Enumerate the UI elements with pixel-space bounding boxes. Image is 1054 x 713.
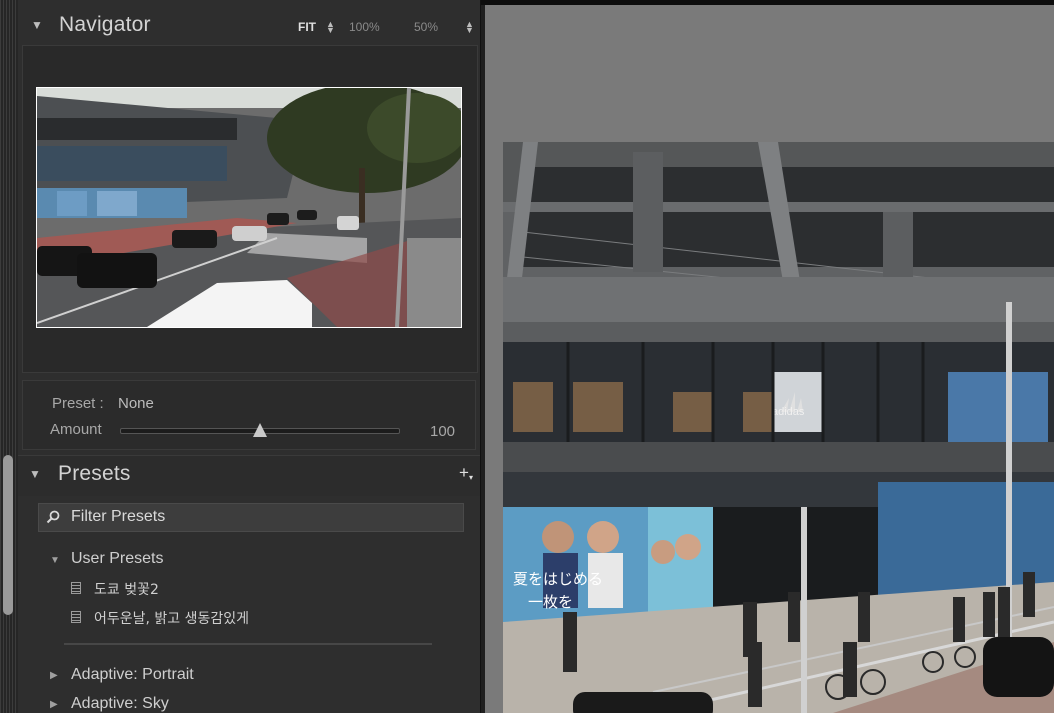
zoom-fit-stepper-icon[interactable]: ▲ ▼ xyxy=(326,20,335,35)
preset-item-tokyo-cherry[interactable]: 도쿄 벚꽃2 xyxy=(94,579,159,599)
filter-presets-placeholder: Filter Presets xyxy=(71,508,166,525)
navigator-collapse-icon[interactable]: ▼ xyxy=(31,18,43,32)
storefront-photo: adidas 夏をはじめる 一枚を xyxy=(503,142,1054,713)
street-scene-thumbnail xyxy=(37,88,461,327)
preset-file-icon xyxy=(71,582,81,594)
zoom-fit-option[interactable]: FIT xyxy=(298,20,316,34)
zoom-custom-stepper-icon[interactable]: ▲ ▼ xyxy=(465,20,474,35)
poster-text-line1: 夏をはじめる xyxy=(513,570,603,588)
zoom-50-option[interactable]: 50% xyxy=(414,20,438,34)
adidas-sign: adidas xyxy=(772,406,805,418)
add-preset-icon[interactable]: + xyxy=(459,463,469,483)
user-presets-expand-icon[interactable]: ▼ xyxy=(50,555,60,566)
adaptive-sky-expand-icon[interactable]: ▶ xyxy=(50,699,58,710)
quick-preset-box xyxy=(22,380,476,450)
panel-scrollbar[interactable] xyxy=(3,455,13,615)
preset-label: Preset : xyxy=(52,395,104,412)
navigator-title: Navigator xyxy=(59,13,151,36)
preset-group-divider xyxy=(64,643,432,645)
preset-file-icon xyxy=(71,611,81,623)
zoom-100-option[interactable]: 100% xyxy=(349,20,380,34)
add-preset-dropdown-icon[interactable]: ▾ xyxy=(469,473,473,482)
preset-item-dark-day-vivid[interactable]: 어두운날, 밝고 생동감있게 xyxy=(94,608,249,628)
group-adaptive-sky[interactable]: Adaptive: Sky xyxy=(71,695,169,713)
preset-value[interactable]: None xyxy=(118,395,154,412)
amount-label: Amount xyxy=(50,421,102,438)
adaptive-portrait-expand-icon[interactable]: ▶ xyxy=(50,670,58,681)
presets-collapse-icon[interactable]: ▼ xyxy=(29,467,41,481)
left-edge-strip xyxy=(0,0,18,713)
group-adaptive-portrait[interactable]: Adaptive: Portrait xyxy=(71,666,194,684)
presets-title: Presets xyxy=(58,462,131,485)
group-user-presets[interactable]: User Presets xyxy=(71,550,163,568)
main-photo[interactable]: adidas 夏をはじめる 一枚を xyxy=(503,142,1054,713)
navigator-thumbnail[interactable] xyxy=(36,87,462,328)
poster-text-line2: 一枚を xyxy=(528,593,573,611)
amount-value[interactable]: 100 xyxy=(430,423,455,440)
search-icon xyxy=(46,510,60,524)
amount-slider-thumb[interactable] xyxy=(253,423,267,437)
